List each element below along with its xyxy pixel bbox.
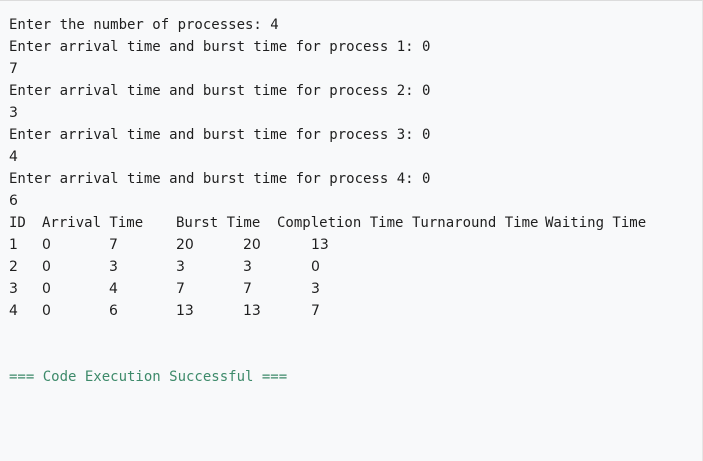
cell-burst: 6 (109, 303, 118, 319)
cell-turnaround: 13 (243, 303, 261, 319)
header-id: ID (9, 215, 26, 231)
process-3-prompt: Enter arrival time and burst time for pr… (9, 127, 431, 143)
cell-burst: 4 (109, 281, 118, 297)
cell-burst: 7 (109, 237, 118, 253)
cell-arrival: 0 (42, 303, 51, 319)
cell-id: 2 (9, 259, 18, 275)
cell-waiting: 7 (311, 303, 320, 319)
cell-completion: 3 (176, 259, 185, 275)
processes-prompt: Enter the number of processes: 4 (9, 17, 279, 33)
cell-turnaround: 7 (243, 281, 252, 297)
header-arrival-time: Arrival Time (42, 215, 144, 231)
cell-completion: 7 (176, 281, 185, 297)
output-console: Enter the number of processes: 4 Enter a… (0, 0, 703, 461)
cell-waiting: 0 (311, 259, 320, 275)
header-burst-time: Burst Time (176, 215, 261, 231)
cell-completion: 20 (176, 237, 194, 253)
process-1-prompt: Enter arrival time and burst time for pr… (9, 39, 431, 55)
cell-id: 3 (9, 281, 18, 297)
header-turnaround-time: Turnaround Time (412, 215, 539, 231)
cell-id: 4 (9, 303, 18, 319)
process-2-input: 3 (9, 105, 18, 121)
cell-arrival: 0 (42, 237, 51, 253)
cell-waiting: 13 (311, 237, 329, 253)
process-2-prompt: Enter arrival time and burst time for pr… (9, 83, 431, 99)
header-waiting-time: Waiting Time (545, 215, 647, 231)
process-1-input: 7 (9, 61, 18, 77)
execution-status: === Code Execution Successful === (9, 369, 288, 385)
process-4-input: 6 (9, 193, 18, 209)
cell-arrival: 0 (42, 281, 51, 297)
process-3-input: 4 (9, 149, 18, 165)
header-completion-time: Completion Time (277, 215, 404, 231)
cell-id: 1 (9, 237, 18, 253)
cell-arrival: 0 (42, 259, 51, 275)
cell-waiting: 3 (311, 281, 320, 297)
process-4-prompt: Enter arrival time and burst time for pr… (9, 171, 431, 187)
cell-burst: 3 (109, 259, 118, 275)
cell-completion: 13 (176, 303, 194, 319)
cell-turnaround: 3 (243, 259, 252, 275)
cell-turnaround: 20 (243, 237, 261, 253)
